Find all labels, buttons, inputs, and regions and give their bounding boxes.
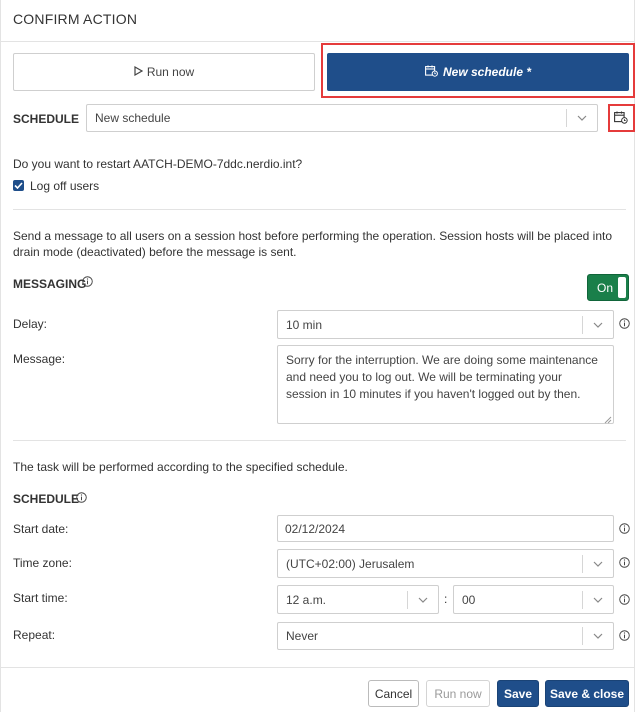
start-minute-value: 00 — [462, 592, 476, 607]
schedule-picker-label: SCHEDULE — [13, 112, 80, 126]
new-schedule-tab[interactable]: New schedule * — [327, 53, 629, 91]
start-time-label: Start time: — [13, 591, 68, 605]
info-icon[interactable] — [76, 492, 87, 506]
resize-handle-icon[interactable] — [604, 413, 612, 427]
messaging-description: Send a message to all users on a session… — [13, 229, 613, 259]
delay-label: Delay: — [13, 317, 48, 331]
run-now-tab[interactable]: Run now — [13, 53, 315, 91]
calendar-clock-icon[interactable] — [614, 111, 628, 127]
save-button[interactable]: Save — [497, 680, 539, 707]
chevron-down-icon — [408, 597, 438, 603]
delay-select-value: 10 min — [286, 317, 323, 332]
save-close-button[interactable]: Save & close — [545, 680, 629, 707]
start-date-input[interactable]: 02/12/2024 — [277, 515, 614, 542]
messaging-heading: MESSAGING — [13, 277, 87, 291]
info-icon[interactable] — [619, 523, 630, 537]
divider — [13, 440, 626, 441]
calendar-clock-icon — [425, 65, 438, 80]
delay-select[interactable]: 10 min — [277, 310, 614, 339]
message-label: Message: — [13, 352, 66, 366]
time-separator: : — [444, 592, 448, 606]
logoff-label: Log off users — [30, 179, 100, 193]
start-hour-select[interactable]: 12 a.m. — [277, 585, 439, 614]
chevron-down-icon — [583, 322, 613, 328]
start-date-label: Start date: — [13, 522, 69, 536]
play-icon — [134, 65, 144, 79]
confirm-action-dialog: CONFIRM ACTION Run now New schedule * SC… — [0, 0, 635, 712]
start-minute-select[interactable]: 00 — [453, 585, 614, 614]
run-now-tab-label: Run now — [146, 65, 195, 79]
logoff-checkbox[interactable] — [13, 180, 24, 191]
start-hour-value: 12 a.m. — [286, 592, 327, 607]
schedule-note: The task will be performed according to … — [13, 460, 348, 474]
repeat-select-value: Never — [286, 629, 319, 643]
chevron-down-icon — [583, 597, 613, 603]
schedule-heading: SCHEDULE — [13, 492, 80, 506]
chevron-down-icon — [583, 633, 613, 639]
messaging-toggle-label: On — [597, 280, 614, 295]
run-now-button[interactable]: Run now — [426, 680, 490, 707]
repeat-label: Repeat: — [13, 628, 56, 642]
info-icon[interactable] — [619, 594, 630, 608]
messaging-toggle[interactable]: On — [587, 274, 629, 301]
message-textarea[interactable]: Sorry for the interruption. We are doing… — [277, 345, 614, 424]
info-icon[interactable] — [619, 630, 630, 644]
chevron-down-icon — [583, 561, 613, 567]
chevron-down-icon — [567, 115, 597, 121]
schedule-select[interactable]: New schedule — [86, 104, 598, 132]
info-icon[interactable] — [619, 557, 630, 571]
new-schedule-tab-label: New schedule * — [442, 65, 532, 79]
restart-question: Do you want to restart AATCH-DEMO-7ddc.n… — [13, 157, 303, 171]
divider — [1, 41, 634, 42]
timezone-label: Time zone: — [13, 556, 72, 570]
schedule-select-value: New schedule — [95, 111, 171, 125]
repeat-select[interactable]: Never — [277, 622, 614, 650]
timezone-select-value: (UTC+02:00) Jerusalem — [286, 556, 415, 571]
timezone-select[interactable]: (UTC+02:00) Jerusalem — [277, 549, 614, 578]
cancel-button[interactable]: Cancel — [368, 680, 419, 707]
toggle-knob — [618, 277, 626, 298]
info-icon[interactable] — [82, 276, 93, 290]
dialog-title: CONFIRM ACTION — [13, 11, 138, 27]
check-icon — [14, 182, 23, 189]
info-icon[interactable] — [619, 318, 630, 332]
divider — [1, 667, 634, 668]
start-date-value: 02/12/2024 — [285, 521, 346, 536]
divider — [13, 209, 626, 210]
